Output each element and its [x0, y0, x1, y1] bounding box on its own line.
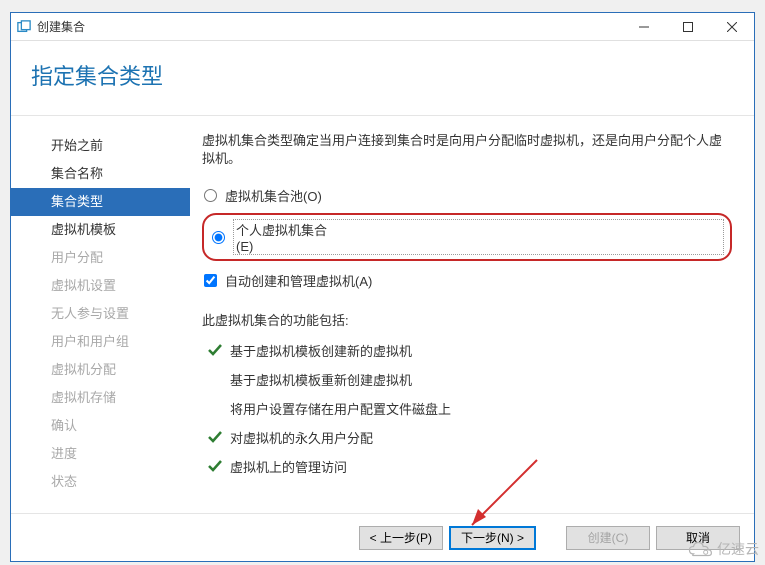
sidebar-item-confirm: 确认 [11, 412, 190, 440]
create-button[interactable]: 创建(C) [566, 526, 650, 550]
annotation-highlight: 个人虚拟机集合(E) [202, 213, 732, 261]
sidebar-item-label: 状态 [51, 474, 77, 489]
feature-text: 基于虚拟机模板创建新的虚拟机 [230, 341, 412, 360]
checkbox-auto-manage[interactable]: 自动创建和管理虚拟机(A) [204, 271, 732, 290]
sidebar-item-label: 进度 [51, 446, 77, 461]
feature-item: 对虚拟机的永久用户分配 [202, 428, 732, 447]
features-title: 此虚拟机集合的功能包括: [202, 310, 732, 329]
checkbox-auto-label: 自动创建和管理虚拟机(A) [225, 271, 372, 290]
sidebar-item-vm-template[interactable]: 虚拟机模板 [11, 216, 190, 244]
sidebar-item-label: 集合名称 [51, 166, 103, 181]
check-icon [208, 430, 222, 444]
sidebar-item-user-assign: 用户分配 [11, 244, 190, 272]
window-controls [622, 13, 754, 41]
sidebar-item-vm-storage: 虚拟机存储 [11, 384, 190, 412]
sidebar-item-label: 虚拟机存储 [51, 390, 116, 405]
description-text: 虚拟机集合类型确定当用户连接到集合时是向用户分配临时虚拟机，还是向用户分配个人虚… [202, 132, 732, 168]
page-title: 指定集合类型 [31, 59, 734, 91]
sidebar-item-label: 用户分配 [51, 250, 103, 265]
button-label: 下一步(N) > [461, 531, 524, 545]
radio-personal-input[interactable] [212, 231, 225, 244]
cloud-icon [687, 540, 713, 558]
maximize-button[interactable] [666, 13, 710, 41]
app-icon [17, 20, 31, 34]
wizard-dialog: 创建集合 指定集合类型 开始之前 集合名称 集合类型 虚拟机模板 用户分配 虚拟… [10, 12, 755, 562]
wizard-body: 开始之前 集合名称 集合类型 虚拟机模板 用户分配 虚拟机设置 无人参与设置 用… [11, 116, 754, 513]
sidebar-item-label: 集合类型 [51, 194, 103, 209]
feature-item: 基于虚拟机模板创建新的虚拟机 [202, 341, 732, 360]
watermark: 亿速云 [687, 539, 759, 559]
sidebar-item-label: 用户和用户组 [51, 334, 129, 349]
sidebar-item-label: 虚拟机模板 [51, 222, 116, 237]
feature-item: 将用户设置存储在用户配置文件磁盘上 [202, 399, 732, 418]
radio-pool[interactable]: 虚拟机集合池(O) [202, 186, 732, 205]
sidebar-item-before-start[interactable]: 开始之前 [11, 132, 190, 160]
feature-text: 基于虚拟机模板重新创建虚拟机 [230, 370, 412, 389]
check-icon [208, 459, 222, 473]
watermark-text: 亿速云 [717, 539, 759, 559]
button-label: 创建(C) [588, 531, 629, 545]
feature-text: 对虚拟机的永久用户分配 [230, 428, 373, 447]
wizard-footer: < 上一步(P) 下一步(N) > 创建(C) 取消 [11, 513, 754, 561]
minimize-button[interactable] [622, 13, 666, 41]
close-button[interactable] [710, 13, 754, 41]
next-button[interactable]: 下一步(N) > [449, 526, 536, 550]
sidebar-item-label: 确认 [51, 418, 77, 433]
feature-item: 虚拟机上的管理访问 [202, 457, 732, 476]
sidebar: 开始之前 集合名称 集合类型 虚拟机模板 用户分配 虚拟机设置 无人参与设置 用… [11, 116, 190, 513]
sidebar-item-collection-name[interactable]: 集合名称 [11, 160, 190, 188]
feature-item: 基于虚拟机模板重新创建虚拟机 [202, 370, 732, 389]
sidebar-item-label: 无人参与设置 [51, 306, 129, 321]
radio-pool-input[interactable] [204, 189, 217, 202]
check-icon [208, 343, 222, 357]
sidebar-item-progress: 进度 [11, 440, 190, 468]
checkbox-auto-input[interactable] [204, 274, 217, 287]
wizard-header: 指定集合类型 [11, 41, 754, 116]
sidebar-item-label: 开始之前 [51, 138, 103, 153]
maximize-icon [683, 22, 693, 32]
feature-text: 虚拟机上的管理访问 [230, 457, 347, 476]
sidebar-item-label: 虚拟机分配 [51, 362, 116, 377]
sidebar-item-vm-assign: 虚拟机分配 [11, 356, 190, 384]
titlebar: 创建集合 [11, 13, 754, 41]
sidebar-item-users-groups: 用户和用户组 [11, 328, 190, 356]
radio-personal[interactable]: 个人虚拟机集合(E) [210, 219, 724, 255]
sidebar-item-vm-settings: 虚拟机设置 [11, 272, 190, 300]
sidebar-item-label: 虚拟机设置 [51, 278, 116, 293]
close-icon [727, 22, 737, 32]
sidebar-item-status: 状态 [11, 468, 190, 496]
feature-text: 将用户设置存储在用户配置文件磁盘上 [230, 399, 451, 418]
sidebar-item-collection-type[interactable]: 集合类型 [11, 188, 190, 216]
minimize-icon [639, 22, 649, 32]
radio-personal-label: 个人虚拟机集合(E) [233, 219, 724, 255]
prev-button[interactable]: < 上一步(P) [359, 526, 443, 550]
radio-pool-label: 虚拟机集合池(O) [225, 186, 322, 205]
content-pane: 虚拟机集合类型确定当用户连接到集合时是向用户分配临时虚拟机，还是向用户分配个人虚… [190, 116, 754, 513]
sidebar-item-unattended: 无人参与设置 [11, 300, 190, 328]
button-label: < 上一步(P) [370, 531, 432, 545]
window-title: 创建集合 [37, 18, 622, 35]
